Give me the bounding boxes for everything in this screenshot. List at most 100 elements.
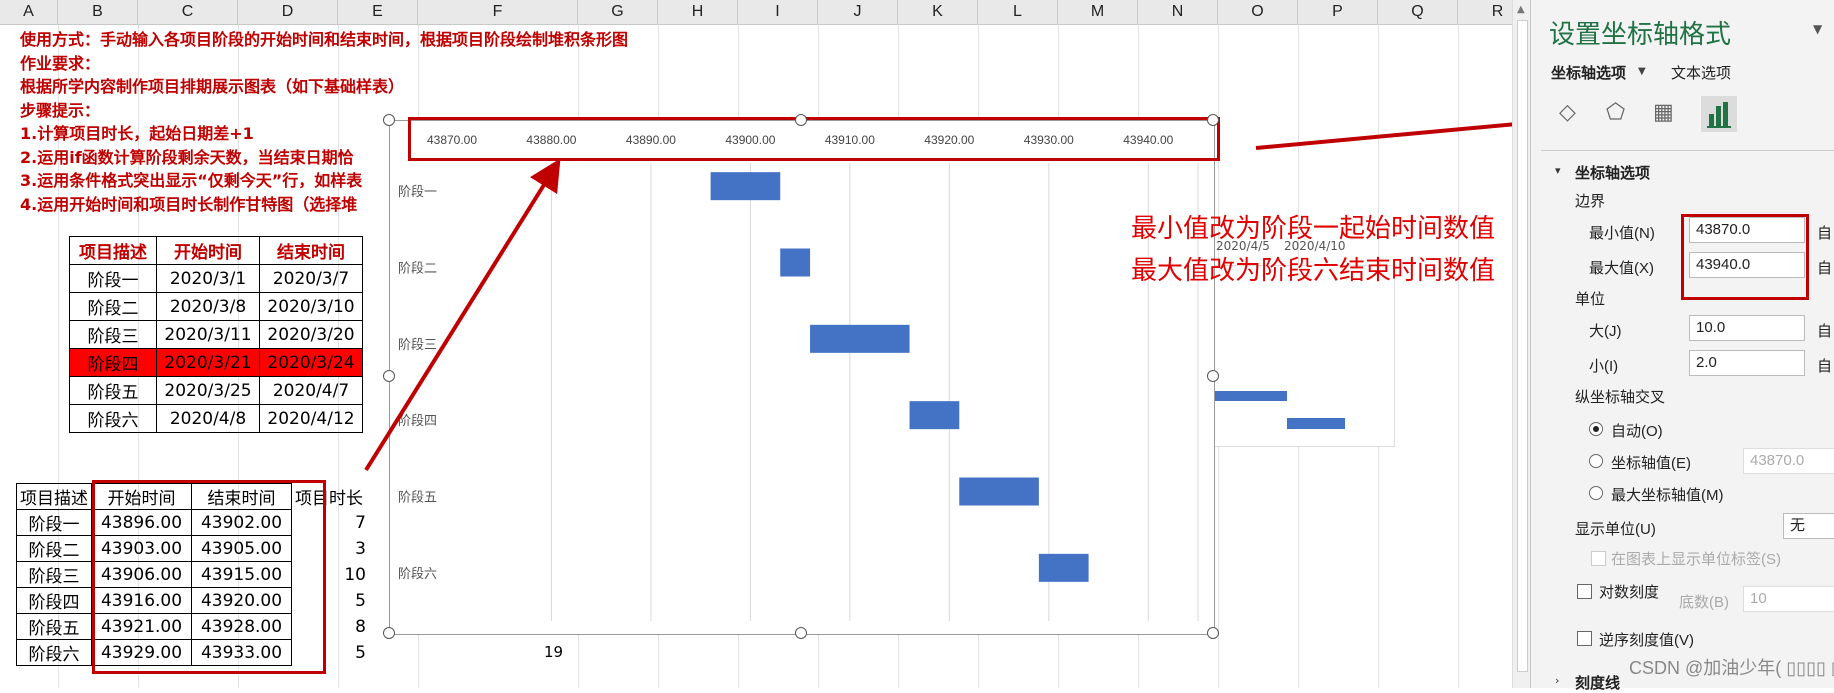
resize-handle[interactable]	[1207, 114, 1219, 126]
auto-button[interactable]: 自	[1817, 257, 1832, 278]
gantt-bar[interactable]	[959, 477, 1039, 506]
resize-handle[interactable]	[795, 627, 807, 639]
table-cell[interactable]: 阶段四	[16, 587, 92, 614]
bounds-highlight	[1681, 214, 1809, 300]
table-cell[interactable]: 2020/3/10	[259, 292, 363, 321]
numeric-columns-highlight	[92, 480, 326, 674]
resize-handle[interactable]	[1207, 627, 1219, 639]
gantt-chart[interactable]: 43870.00 43880.00 43890.00 43900.00 43910.00…	[389, 120, 1215, 635]
column-header-m[interactable]: M	[1058, 0, 1138, 24]
table-cell[interactable]: 2020/4/12	[259, 404, 363, 433]
size-properties-icon[interactable]: ▦	[1653, 100, 1683, 128]
resize-handle[interactable]	[383, 114, 395, 126]
auto-button[interactable]: 自	[1817, 355, 1832, 376]
show-unit-checkbox[interactable]	[1591, 551, 1606, 566]
scroll-thumb[interactable]	[1517, 20, 1528, 672]
column-header-n[interactable]: N	[1138, 0, 1218, 24]
log-scale-checkbox[interactable]	[1577, 584, 1592, 599]
section-axis-options[interactable]: 坐标轴选项	[1575, 162, 1650, 183]
resize-handle[interactable]	[383, 627, 395, 639]
format-axis-panel: 设置坐标轴格式 ▼ 坐标轴选项 ▼ 文本选项 ◇ ⬠ ▦ ▾ 坐标轴选项 边界 …	[1530, 0, 1834, 692]
vertical-scrollbar[interactable]: ▲	[1512, 0, 1530, 688]
minor-input[interactable]: 2.0	[1689, 350, 1805, 376]
tab-text-options[interactable]: 文本选项	[1671, 62, 1731, 83]
column-header-i[interactable]: I	[738, 0, 818, 24]
table-cell[interactable]: 阶段五	[69, 376, 157, 405]
table-cell[interactable]: 阶段六	[16, 639, 92, 666]
table-cell[interactable]: 阶段二	[69, 292, 157, 321]
auto-button[interactable]: 自	[1817, 320, 1832, 341]
axis-options-icon[interactable]	[1701, 96, 1737, 132]
column-header-j[interactable]: J	[818, 0, 898, 24]
display-unit-select[interactable]: 无	[1783, 513, 1834, 539]
column-header-l[interactable]: L	[978, 0, 1058, 24]
column-header-b[interactable]: B	[58, 0, 138, 24]
auto-button[interactable]: 自	[1817, 222, 1832, 243]
table-cell[interactable]: 阶段三	[69, 320, 157, 349]
column-header-p[interactable]: P	[1298, 0, 1378, 24]
table-row: 阶段二 2020/3/8 2020/3/10	[69, 292, 363, 321]
major-input[interactable]: 10.0	[1689, 315, 1805, 341]
column-header-a[interactable]: A	[0, 0, 58, 24]
scroll-up-icon[interactable]: ▲	[1517, 4, 1525, 15]
table-cell[interactable]: 2020/3/11	[156, 320, 260, 349]
gantt-bar[interactable]	[710, 172, 781, 201]
table-cell[interactable]: 2020/3/24	[259, 348, 363, 377]
column-header-q[interactable]: Q	[1378, 0, 1458, 24]
axis-value-input[interactable]: 43870.0	[1743, 448, 1834, 474]
gantt-bar[interactable]	[810, 324, 910, 353]
tab-axis-options[interactable]: 坐标轴选项	[1551, 62, 1626, 83]
schedule-table: 项目描述 开始时间 结束时间 阶段一 2020/3/1 2020/3/7 阶段二 202…	[69, 236, 363, 433]
fill-line-icon[interactable]: ◇	[1559, 100, 1589, 128]
header-cell[interactable]: 项目描述	[69, 236, 157, 265]
table-cell[interactable]: 2020/3/8	[156, 292, 260, 321]
column-header-g[interactable]: G	[578, 0, 658, 24]
table-cell[interactable]: 阶段二	[16, 535, 92, 562]
column-header-k[interactable]: K	[898, 0, 978, 24]
column-header-h[interactable]: H	[658, 0, 738, 24]
radio-axis-value[interactable]	[1589, 454, 1603, 468]
table-cell[interactable]: 阶段一	[69, 264, 157, 293]
column-header-o[interactable]: O	[1218, 0, 1298, 24]
collapse-icon[interactable]: ▾	[1555, 164, 1561, 177]
resize-handle[interactable]	[1207, 370, 1219, 382]
table-cell[interactable]: 2020/3/21	[156, 348, 260, 377]
section-ticks[interactable]: 刻度线	[1575, 672, 1620, 693]
table-cell[interactable]: 2020/3/20	[259, 320, 363, 349]
min-label: 最小值(N)	[1589, 225, 1655, 242]
table-cell[interactable]: 2020/3/1	[156, 264, 260, 293]
effects-icon[interactable]: ⬠	[1606, 100, 1636, 128]
column-header-e[interactable]: E	[338, 0, 418, 24]
table-cell[interactable]: 2020/4/7	[259, 376, 363, 405]
column-header-f[interactable]: F	[418, 0, 578, 24]
radio-max-axis[interactable]	[1589, 486, 1603, 500]
category-label: 阶段三	[398, 337, 437, 352]
header-cell[interactable]: 开始时间	[156, 236, 260, 265]
chevron-down-icon[interactable]: ▼	[1638, 66, 1646, 77]
expand-icon[interactable]: ›	[1555, 674, 1559, 687]
reverse-checkbox[interactable]	[1577, 631, 1592, 646]
instruction-line: 1.计算项目时长，起始日期差+1	[20, 124, 254, 143]
table-cell[interactable]: 2020/4/8	[156, 404, 260, 433]
cell-value[interactable]: 19	[544, 643, 563, 661]
gantt-bar[interactable]	[780, 248, 811, 277]
table-cell[interactable]: 阶段五	[16, 613, 92, 640]
gantt-bar[interactable]	[909, 401, 960, 430]
table-cell[interactable]: 阶段三	[16, 561, 92, 588]
header-cell[interactable]: 结束时间	[259, 236, 363, 265]
panel-menu-icon[interactable]: ▼	[1813, 22, 1822, 36]
resize-handle[interactable]	[383, 370, 395, 382]
table-cell[interactable]: 2020/3/25	[156, 376, 260, 405]
column-header-d[interactable]: D	[238, 0, 338, 24]
resize-handle[interactable]	[795, 114, 807, 126]
instruction-line: 步骤提示：	[20, 100, 101, 120]
base-input[interactable]: 10	[1743, 586, 1834, 612]
table-cell[interactable]: 阶段一	[16, 509, 92, 536]
radio-auto[interactable]	[1589, 422, 1603, 436]
gantt-bar[interactable]	[1038, 553, 1089, 582]
table-cell[interactable]: 阶段四	[69, 348, 157, 377]
header-cell[interactable]: 项目描述	[16, 483, 92, 510]
table-cell[interactable]: 阶段六	[69, 404, 157, 433]
column-header-c[interactable]: C	[138, 0, 238, 24]
table-cell[interactable]: 2020/3/7	[259, 264, 363, 293]
